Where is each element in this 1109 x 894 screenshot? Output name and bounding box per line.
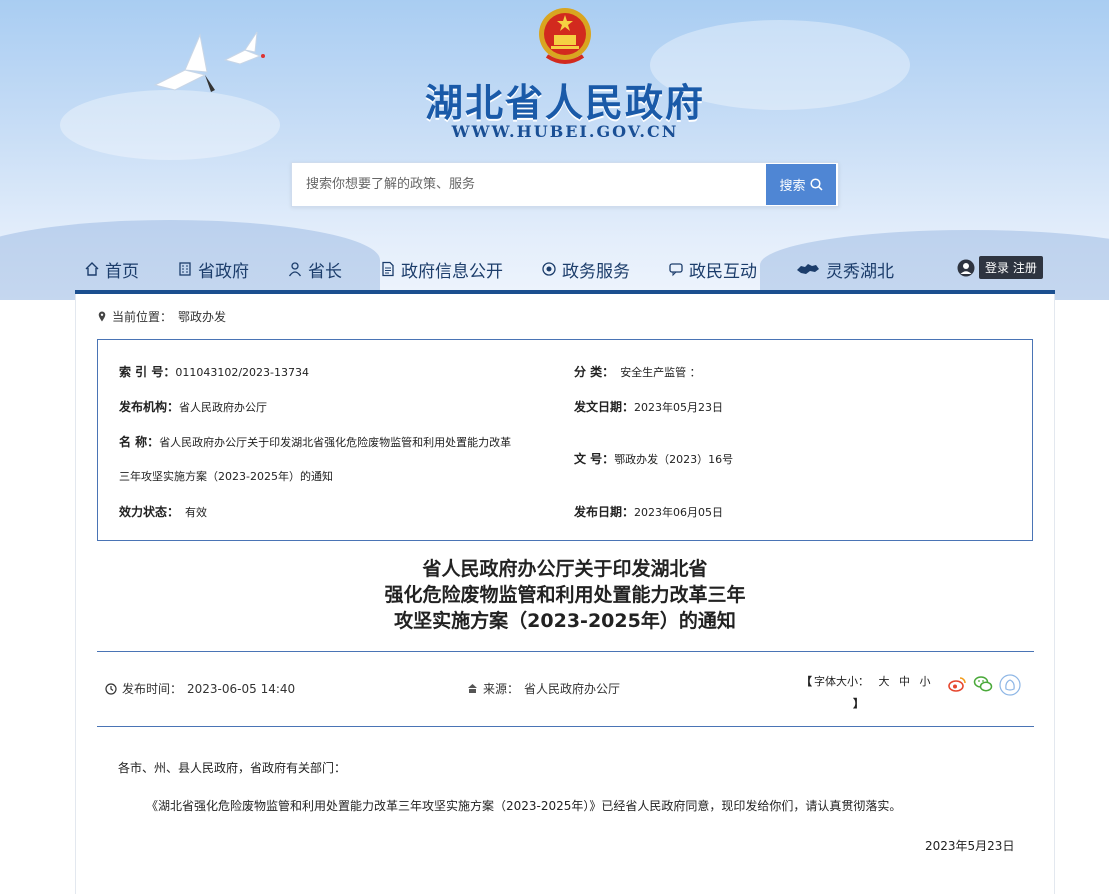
meta-publish-date: 发布日期：2023年06月05日: [574, 505, 724, 519]
site-url: WWW.HUBEI.GOV.CN: [451, 122, 679, 141]
nav-item-info-disclosure[interactable]: 政府信息公开: [380, 257, 503, 282]
font-size-large[interactable]: 大: [879, 675, 890, 688]
meta-index: 索 引 号：011043102/2023-13734: [119, 365, 310, 379]
nav-label: 政民互动: [689, 261, 757, 282]
user-avatar-icon: [957, 259, 975, 276]
body-paragraph: 《湖北省强化危险废物监管和利用处置能力改革三年攻坚实施方案（2023-2025年…: [146, 799, 902, 813]
meta-doc-number: 文 号：鄂政办发（2023）16号: [574, 452, 734, 466]
site-title: 湖北省人民政府: [424, 81, 705, 125]
hubei-map-icon: [797, 264, 819, 274]
font-size-medium[interactable]: 中: [899, 675, 910, 688]
national-emblem-icon: [539, 8, 591, 64]
font-size-control: 【字体大小： 大 中 小 】: [801, 675, 931, 710]
nav-item-home[interactable]: 首页: [84, 257, 139, 282]
share-buttons: [947, 674, 1021, 696]
clock-icon: [105, 682, 117, 695]
document-title-line: 攻坚实施方案（2023-2025年）的通知: [394, 610, 736, 632]
nav-item-governor[interactable]: 省长: [287, 257, 342, 282]
document-title-line: 强化危险废物监管和利用处置能力改革三年: [384, 584, 746, 606]
wechat-share-icon[interactable]: [973, 674, 993, 694]
document-title-line: 省人民政府办公厅关于印发湖北省: [422, 558, 708, 580]
meta-status: 效力状态： 有效: [119, 505, 208, 519]
nav-label: 灵秀湖北: [826, 261, 894, 282]
register-link[interactable]: 注册: [1013, 261, 1037, 275]
login-link[interactable]: 登录: [985, 261, 1009, 275]
nav-label: 省长: [308, 261, 342, 282]
font-size-small[interactable]: 小: [920, 675, 931, 688]
publish-time: 发布时间： 2023-06-05 14:40: [105, 680, 295, 697]
nav-label: 省政府: [198, 261, 249, 282]
source-icon: [468, 684, 477, 693]
chat-icon: [669, 263, 683, 277]
search-icon: [809, 178, 823, 191]
nav-label: 政府信息公开: [401, 261, 503, 282]
search-input[interactable]: [292, 163, 762, 206]
qq-share-icon[interactable]: [999, 674, 1021, 696]
search-button-label: 搜索: [779, 179, 806, 194]
date-signature: 2023年5月23日: [925, 839, 1015, 853]
site-header: 湖北省人民政府 WWW.HUBEI.GOV.CN 搜索 首页 省政府 省长 政府…: [0, 0, 1109, 300]
search-button[interactable]: 搜索: [766, 164, 836, 205]
nav-item-interaction[interactable]: 政民互动: [668, 257, 757, 282]
nav-label: 首页: [105, 261, 139, 282]
document-title: 省人民政府办公厅关于印发湖北省 强化危险废物监管和利用处置能力改革三年 攻坚实施…: [76, 556, 1054, 634]
nav-label: 政务服务: [562, 261, 630, 282]
nav-item-services[interactable]: 政务服务: [541, 257, 630, 282]
source: 来源： 省人民政府办公厅: [467, 680, 620, 697]
meta-issuer: 发布机构：省人民政府办公厅: [119, 400, 268, 414]
meta-name: 名 称：省人民政府办公厅关于印发湖北省强化危险废物监管和利用处置能力改革: [119, 435, 512, 449]
service-icon: [542, 262, 556, 276]
nav-item-government[interactable]: 省政府: [177, 257, 249, 282]
recipients: 各市、州、县人民政府，省政府有关部门：: [118, 761, 347, 775]
document-metadata-box: 索 引 号：011043102/2023-13734 分 类： 安全生产监管 ： …: [97, 339, 1033, 541]
document-icon: [382, 261, 394, 277]
search-box: 搜索: [291, 162, 839, 207]
breadcrumb-prefix: 当前位置：: [112, 310, 173, 324]
meta-category: 分 类： 安全生产监管 ：: [574, 365, 701, 379]
document-info-bar: 发布时间： 2023-06-05 14:40 来源： 省人民政府办公厅 【字体大小：…: [97, 651, 1034, 727]
article-panel: 当前位置： 鄂政办发 索 引 号：011043102/2023-13734 分 类…: [75, 294, 1055, 894]
weibo-share-icon[interactable]: [947, 674, 967, 694]
home-icon: [85, 262, 99, 276]
location-pin-icon: [98, 311, 106, 322]
breadcrumb: 当前位置： 鄂政办发: [98, 308, 226, 325]
meta-issue-date: 发文日期：2023年05月23日: [574, 400, 724, 414]
breadcrumb-current[interactable]: 鄂政办发: [178, 308, 226, 325]
building-icon: [179, 262, 191, 276]
login-register-button[interactable]: 登录 注册: [979, 256, 1043, 279]
nav-item-lingxiu-hubei[interactable]: 灵秀湖北: [795, 257, 894, 282]
meta-name-continued: 三年攻坚实施方案（2023-2025年）的通知: [119, 470, 333, 483]
user-area: 登录 注册: [957, 256, 1043, 279]
person-icon: [288, 262, 302, 277]
main-nav: 首页 省政府 省长 政府信息公开 政务服务 政民互动 灵秀湖北: [84, 250, 1064, 288]
